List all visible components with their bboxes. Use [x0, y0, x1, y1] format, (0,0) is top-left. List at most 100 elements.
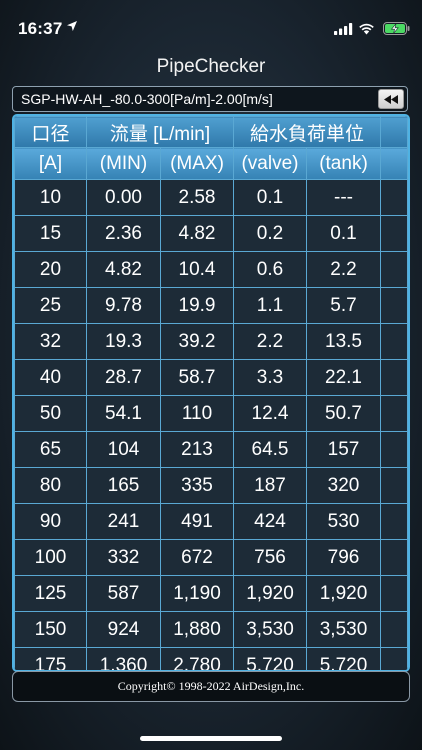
cell-tank-units: 1,920 [306, 575, 381, 612]
table-row[interactable]: 90 241 491 424 530 [14, 503, 408, 540]
cell-max-flow: 39.2 [160, 323, 234, 360]
location-arrow-icon [67, 21, 77, 31]
cell-tank-units: 796 [306, 539, 381, 576]
row-spacer [380, 359, 408, 396]
table-row[interactable]: 100 332 672 756 796 [14, 539, 408, 576]
cell-valve-units: 1,920 [233, 575, 307, 612]
table-row[interactable]: 25 9.78 19.9 1.1 5.7 [14, 287, 408, 324]
cell-tank-units: 157 [306, 431, 381, 468]
cell-tank-units: 3,530 [306, 611, 381, 648]
cell-tank-units: 22.1 [306, 359, 381, 396]
row-spacer [380, 611, 408, 648]
cell-tank-units: 0.1 [306, 215, 381, 252]
cell-size: 40 [14, 359, 87, 396]
cell-min-flow: 4.82 [86, 251, 161, 288]
cell-valve-units: 3,530 [233, 611, 307, 648]
home-indicator[interactable] [140, 736, 282, 741]
cell-size: 80 [14, 467, 87, 504]
pipe-flow-table: 口径 流量 [L/min] 給水負荷単位 [A] (MIN) (MAX) (va… [14, 116, 408, 670]
subheader-size: [A] [14, 147, 87, 180]
row-spacer [380, 215, 408, 252]
cell-tank-units: 5,720 [306, 647, 381, 670]
cell-max-flow: 4.82 [160, 215, 234, 252]
cell-max-flow: 19.9 [160, 287, 234, 324]
row-spacer [380, 251, 408, 288]
cell-min-flow: 28.7 [86, 359, 161, 396]
table-row[interactable]: 125 587 1,190 1,920 1,920 [14, 575, 408, 612]
copyright-footer: Copyright© 1998-2022 AirDesign,Inc. [12, 671, 410, 702]
cell-tank-units: 50.7 [306, 395, 381, 432]
row-spacer [380, 431, 408, 468]
row-spacer [380, 467, 408, 504]
pipe-table-container[interactable]: 口径 流量 [L/min] 給水負荷単位 [A] (MIN) (MAX) (va… [12, 114, 410, 672]
header-fixture-units: 給水負荷単位 [233, 116, 381, 148]
cell-valve-units: 0.1 [233, 179, 307, 216]
cellular-signal-icon [334, 23, 353, 35]
pipe-spec-text: SGP-HW-AH_-80.0-300[Pa/m]-2.00[m/s] [21, 91, 273, 107]
cell-tank-units: 13.5 [306, 323, 381, 360]
subheader-min: (MIN) [86, 147, 161, 180]
table-row[interactable]: 175 1,360 2,780 5,720 5,720 [14, 647, 408, 670]
cell-min-flow: 0.00 [86, 179, 161, 216]
table-row[interactable]: 10 0.00 2.58 0.1 --- [14, 179, 408, 216]
cell-size: 175 [14, 647, 87, 670]
cell-valve-units: 0.2 [233, 215, 307, 252]
cell-min-flow: 332 [86, 539, 161, 576]
table-row[interactable]: 150 924 1,880 3,530 3,530 [14, 611, 408, 648]
copyright-text: Copyright© 1998-2022 AirDesign,Inc. [117, 679, 305, 693]
table-header-row-2: [A] (MIN) (MAX) (valve) (tank) [14, 147, 408, 180]
status-bar: 16:37 [0, 0, 422, 44]
row-spacer [380, 179, 408, 216]
cell-min-flow: 1,360 [86, 647, 161, 670]
rewind-icon [384, 95, 398, 104]
row-spacer [380, 287, 408, 324]
cell-size: 150 [14, 611, 87, 648]
cell-size: 10 [14, 179, 87, 216]
pipe-spec-bar[interactable]: SGP-HW-AH_-80.0-300[Pa/m]-2.00[m/s] [12, 86, 408, 112]
cell-min-flow: 587 [86, 575, 161, 612]
cell-valve-units: 1.1 [233, 287, 307, 324]
header-diameter: 口径 [14, 116, 87, 148]
cell-min-flow: 9.78 [86, 287, 161, 324]
cell-valve-units: 64.5 [233, 431, 307, 468]
cell-max-flow: 1,880 [160, 611, 234, 648]
status-time: 16:37 [18, 19, 63, 38]
header-spacer [380, 116, 408, 148]
cell-max-flow: 2,780 [160, 647, 234, 670]
row-spacer [380, 575, 408, 612]
table-row[interactable]: 40 28.7 58.7 3.3 22.1 [14, 359, 408, 396]
row-spacer [380, 395, 408, 432]
table-row[interactable]: 50 54.1 110 12.4 50.7 [14, 395, 408, 432]
cell-min-flow: 104 [86, 431, 161, 468]
cell-size: 20 [14, 251, 87, 288]
cell-size: 125 [14, 575, 87, 612]
cell-valve-units: 187 [233, 467, 307, 504]
cell-valve-units: 12.4 [233, 395, 307, 432]
row-spacer [380, 323, 408, 360]
cell-size: 25 [14, 287, 87, 324]
cell-max-flow: 672 [160, 539, 234, 576]
rewind-button[interactable] [378, 89, 404, 109]
cell-tank-units: 530 [306, 503, 381, 540]
cell-tank-units: --- [306, 179, 381, 216]
subheader-spacer [380, 147, 408, 180]
cell-size: 65 [14, 431, 87, 468]
table-row[interactable]: 32 19.3 39.2 2.2 13.5 [14, 323, 408, 360]
cell-max-flow: 491 [160, 503, 234, 540]
cell-tank-units: 2.2 [306, 251, 381, 288]
table-row[interactable]: 20 4.82 10.4 0.6 2.2 [14, 251, 408, 288]
table-row[interactable]: 65 104 213 64.5 157 [14, 431, 408, 468]
cell-min-flow: 54.1 [86, 395, 161, 432]
table-row[interactable]: 80 165 335 187 320 [14, 467, 408, 504]
cell-valve-units: 3.3 [233, 359, 307, 396]
cell-size: 90 [14, 503, 87, 540]
cell-max-flow: 335 [160, 467, 234, 504]
cell-max-flow: 213 [160, 431, 234, 468]
cell-min-flow: 924 [86, 611, 161, 648]
cell-valve-units: 0.6 [233, 251, 307, 288]
table-row[interactable]: 15 2.36 4.82 0.2 0.1 [14, 215, 408, 252]
table-header-row-1: 口径 流量 [L/min] 給水負荷単位 [14, 116, 408, 148]
row-spacer [380, 539, 408, 576]
cell-max-flow: 58.7 [160, 359, 234, 396]
cell-max-flow: 110 [160, 395, 234, 432]
